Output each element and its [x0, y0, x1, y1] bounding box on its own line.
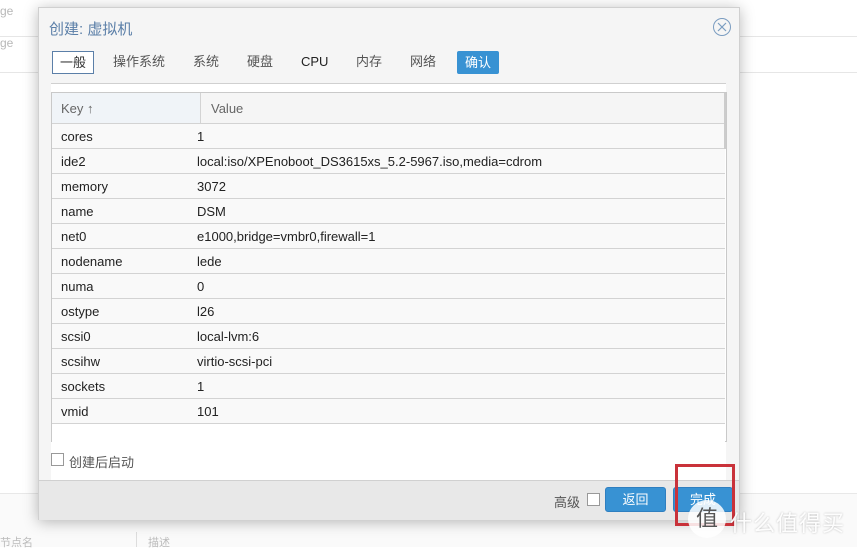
- table-row[interactable]: scsi0 local-lvm:6: [52, 324, 725, 349]
- row-key: net0: [61, 229, 87, 244]
- row-key: nodename: [61, 254, 123, 269]
- row-key: ide2: [61, 154, 86, 169]
- watermark-text: 什么值得买: [730, 511, 846, 536]
- table-row[interactable]: scsihw virtio-scsi-pci: [52, 349, 725, 374]
- row-key: sockets: [61, 379, 106, 394]
- background-column-node: 节点名: [0, 537, 33, 549]
- dialog-footer: 高级 返回 完成: [39, 480, 739, 520]
- back-button[interactable]: 返回: [605, 487, 666, 512]
- scrollbar[interactable]: [724, 93, 726, 149]
- tab-cpu[interactable]: CPU: [294, 51, 335, 72]
- table-row[interactable]: ide2 local:iso/XPEnoboot_DS3615xs_5.2-596…: [52, 149, 725, 174]
- tab-confirm[interactable]: 确认: [457, 51, 500, 74]
- dialog-title: 创建: 虚拟机: [49, 21, 133, 38]
- tab-harddisk[interactable]: 硬盘: [240, 51, 280, 72]
- key-header-label: Key: [61, 101, 84, 116]
- row-key: scsihw: [61, 354, 101, 369]
- tab-system[interactable]: 系统: [186, 51, 226, 72]
- row-value: lede: [197, 254, 222, 269]
- tab-memory[interactable]: 内存: [349, 51, 389, 72]
- row-value: l26: [197, 304, 215, 319]
- tab-network[interactable]: 网络: [403, 51, 443, 72]
- row-value: 3072: [197, 179, 226, 194]
- tab-general[interactable]: 一般: [52, 51, 95, 74]
- create-vm-dialog: 创建: 虚拟机 一般 操作系统 系统 硬盘 CPU 内存 网络 确认 Key ↑…: [38, 7, 740, 520]
- row-value: virtio-scsi-pci: [197, 354, 273, 369]
- row-value: 1: [197, 379, 205, 394]
- table-row[interactable]: net0 e1000,bridge=vmbr0,firewall=1: [52, 224, 725, 249]
- table-row[interactable]: name DSM: [52, 199, 725, 224]
- table-row[interactable]: sockets 1: [52, 374, 725, 399]
- table-row[interactable]: cores 1: [52, 124, 725, 149]
- row-key: scsi0: [61, 329, 91, 344]
- row-value: local:iso/XPEnoboot_DS3615xs_5.2-5967.is…: [197, 154, 543, 169]
- row-key: numa: [61, 279, 94, 294]
- background-row-text: ge: [0, 4, 14, 18]
- column-header-key[interactable]: Key ↑: [52, 93, 201, 123]
- row-value: 0: [197, 279, 205, 294]
- close-button[interactable]: [713, 18, 731, 36]
- row-key: vmid: [61, 404, 89, 419]
- row-key: name: [61, 204, 94, 219]
- row-key: cores: [61, 129, 93, 144]
- advanced-label: 高级: [554, 495, 581, 510]
- row-key: memory: [61, 179, 108, 194]
- watermark-logo-icon: 值: [688, 500, 726, 538]
- summary-grid: Key ↑ Value cores 1 ide2 local:iso/XPEnoboo…: [51, 92, 727, 448]
- close-icon: [717, 22, 727, 32]
- grid-header: Key ↑ Value: [52, 93, 725, 124]
- row-value: e1000,bridge=vmbr0,firewall=1: [197, 229, 376, 244]
- row-key: ostype: [61, 304, 100, 319]
- tab-os[interactable]: 操作系统: [106, 51, 172, 72]
- sort-ascending-icon: ↑: [87, 101, 94, 116]
- column-separator: [136, 532, 137, 547]
- row-value: 1: [197, 129, 205, 144]
- table-row[interactable]: ostype l26: [52, 299, 725, 324]
- empty-row: [52, 424, 725, 448]
- column-header-value[interactable]: Value: [201, 93, 724, 123]
- table-row[interactable]: nodename lede: [52, 249, 725, 274]
- value-header-label: Value: [211, 101, 244, 116]
- table-row[interactable]: numa 0: [52, 274, 725, 299]
- autostart-checkbox[interactable]: [51, 453, 64, 466]
- table-row[interactable]: memory 3072: [52, 174, 725, 199]
- row-value: 101: [197, 404, 219, 419]
- confirm-panel: Key ↑ Value cores 1 ide2 local:iso/XPEnoboo…: [51, 83, 727, 481]
- row-value: DSM: [197, 204, 226, 219]
- advanced-checkbox[interactable]: [587, 493, 600, 506]
- background-row-text: ge: [0, 36, 14, 50]
- table-row[interactable]: vmid 101: [52, 399, 725, 424]
- autostart-label: 创建后启动: [69, 455, 135, 470]
- background-column-description: 描述: [148, 537, 170, 549]
- grid-body: cores 1 ide2 local:iso/XPEnoboot_DS3615xs_5…: [52, 124, 725, 448]
- row-value: local-lvm:6: [197, 329, 260, 344]
